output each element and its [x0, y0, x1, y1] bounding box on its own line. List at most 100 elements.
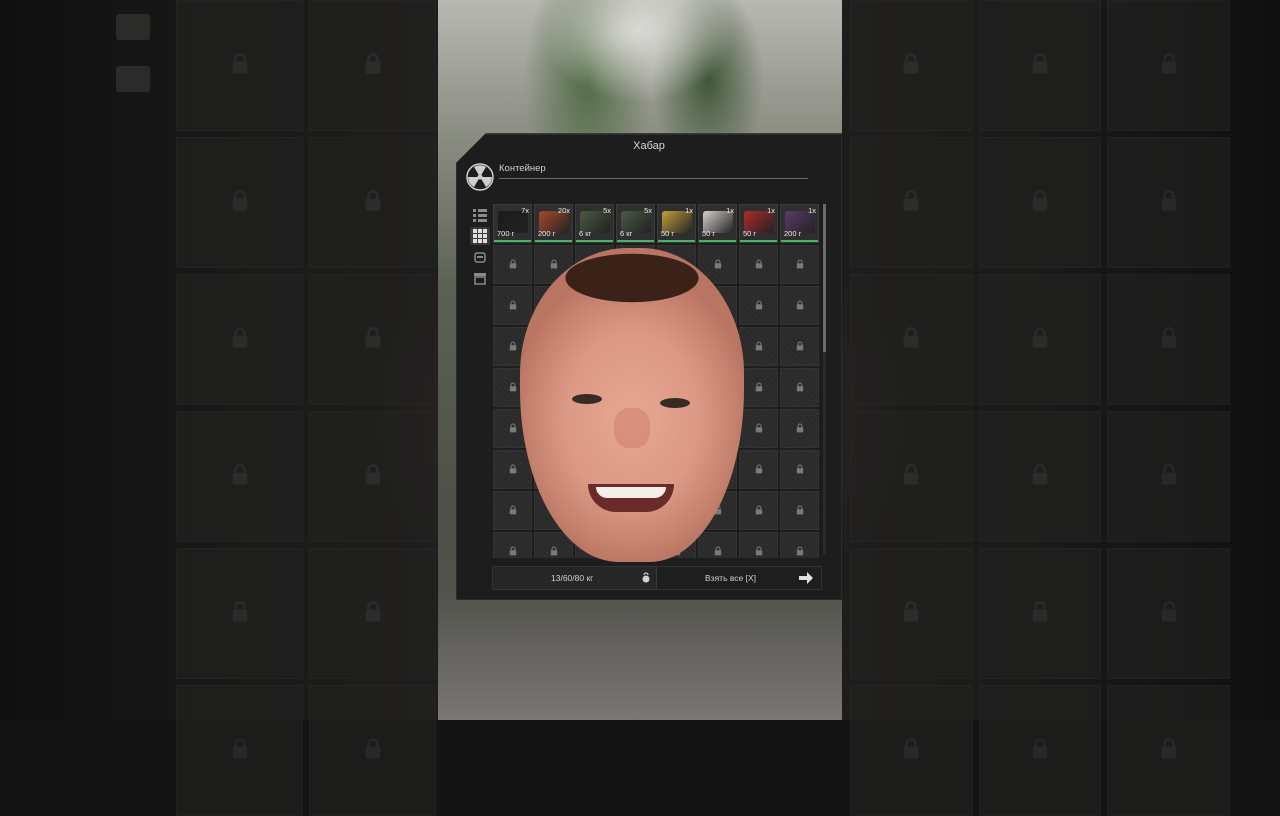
lock-icon [755, 461, 763, 479]
item-quantity: 5x [644, 206, 652, 215]
lock-icon [509, 502, 517, 520]
lock-icon [363, 326, 383, 353]
locked-slot [493, 245, 532, 284]
inventory-item[interactable]: 1x 50 г [698, 204, 737, 243]
lock-icon [755, 543, 763, 559]
bg-locked-cell [309, 685, 436, 816]
box-icon[interactable] [470, 269, 490, 287]
lock-icon [796, 256, 804, 274]
lock-icon [901, 737, 921, 764]
lock-icon [550, 256, 558, 274]
bg-locked-cell [1107, 685, 1230, 816]
item-condition-bar [494, 240, 531, 242]
lock-icon [363, 463, 383, 490]
lock-icon [901, 189, 921, 216]
locked-slot [739, 286, 778, 325]
lock-icon [901, 600, 921, 627]
locked-slot [780, 286, 819, 325]
bg-medkit-icon [116, 14, 150, 40]
inventory-item[interactable]: 1x 50 г [739, 204, 778, 243]
lock-icon [755, 379, 763, 397]
bg-locked-cell [176, 137, 303, 268]
bg-locked-cell [978, 0, 1102, 131]
inventory-item[interactable]: 1x 200 г [780, 204, 819, 243]
nose [614, 408, 650, 448]
lock-icon [509, 543, 517, 559]
item-weight: 700 г [497, 229, 515, 238]
item-weight: 50 г [661, 229, 675, 238]
lock-icon [230, 326, 250, 353]
lock-icon [363, 189, 383, 216]
inventory-item[interactable]: 7x 700 г [493, 204, 532, 243]
locked-slot [739, 368, 778, 407]
lock-icon [230, 600, 250, 627]
lock-icon [755, 338, 763, 356]
bg-locked-cell [1107, 0, 1230, 131]
item-quantity: 1x [767, 206, 775, 215]
grid-view-icon[interactable] [470, 227, 490, 245]
loot-footer: 13/60/80 кг Взять все [X] [492, 566, 822, 590]
lock-icon [1030, 189, 1050, 216]
item-quantity: 1x [685, 206, 693, 215]
lock-icon [230, 189, 250, 216]
backpack-icon[interactable] [470, 248, 490, 266]
locked-slot [493, 532, 532, 558]
streamer-face-overlay [520, 248, 744, 562]
inventory-item[interactable]: 1x 50 г [657, 204, 696, 243]
lock-icon [714, 543, 722, 559]
scrollbar-thumb[interactable] [823, 204, 826, 352]
lock-icon [755, 502, 763, 520]
bg-locked-cell [850, 137, 973, 268]
lock-icon [509, 256, 517, 274]
lock-icon [755, 420, 763, 438]
take-all-button[interactable]: Взять все [X] [656, 567, 821, 589]
lock-icon [363, 600, 383, 627]
bg-locked-cell [1107, 548, 1230, 679]
item-weight: 6 кг [620, 229, 633, 238]
lock-icon [1159, 600, 1179, 627]
item-quantity: 20x [557, 206, 570, 215]
weight-readout: 13/60/80 кг [551, 573, 594, 583]
background-grid-right [850, 0, 1230, 816]
item-condition-bar [781, 240, 818, 242]
lock-icon [1159, 189, 1179, 216]
lock-icon [796, 543, 804, 559]
bg-locked-cell [176, 411, 303, 542]
bg-locked-cell [309, 0, 436, 131]
locked-slot [739, 532, 778, 558]
lock-icon [796, 502, 804, 520]
inventory-item[interactable]: 20x 200 г [534, 204, 573, 243]
locked-slot [780, 409, 819, 448]
bg-locked-cell [850, 274, 973, 405]
inventory-item[interactable]: 5x 6 кг [616, 204, 655, 243]
lock-icon [796, 297, 804, 315]
lock-icon [1030, 600, 1050, 627]
left-eye [572, 394, 602, 404]
lock-icon [363, 52, 383, 79]
list-view-icon[interactable] [470, 206, 490, 224]
view-toolbar [470, 206, 490, 290]
inventory-item[interactable]: 5x 6 кг [575, 204, 614, 243]
lock-icon [1159, 52, 1179, 79]
lock-icon [901, 52, 921, 79]
item-condition-bar [617, 240, 654, 242]
bg-locked-cell [176, 0, 303, 131]
item-weight: 200 г [784, 229, 802, 238]
locked-slot [780, 532, 819, 558]
locked-slot [739, 245, 778, 284]
lock-icon [796, 338, 804, 356]
lock-icon [1030, 326, 1050, 353]
bg-locked-cell [850, 685, 973, 816]
lock-icon [230, 52, 250, 79]
bg-locked-cell [176, 274, 303, 405]
bg-locked-cell [978, 548, 1102, 679]
bg-locked-cell [1107, 274, 1230, 405]
lock-icon [796, 379, 804, 397]
bg-box-icon [116, 66, 150, 92]
background-grid-left [176, 0, 436, 816]
bg-locked-cell [309, 548, 436, 679]
arrow-right-icon [799, 572, 813, 584]
lock-icon [509, 420, 517, 438]
locked-slot [739, 327, 778, 366]
lock-icon [1030, 737, 1050, 764]
